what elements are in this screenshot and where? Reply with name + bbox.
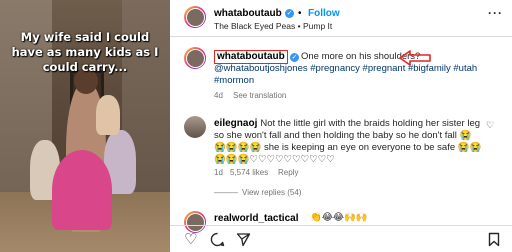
next-commenter-username[interactable]: realworld_tactical	[214, 213, 298, 224]
caption-hashtags[interactable]: @whataboutjoshjones #pregnancy #pregnant…	[214, 63, 504, 87]
video-child	[96, 95, 120, 135]
comment-body: eilegnaoj Not the little girl with the br…	[214, 118, 482, 166]
comment-age[interactable]: 1d	[214, 168, 223, 177]
verified-badge-icon: ✓	[285, 9, 294, 18]
bookmark-icon[interactable]	[488, 232, 500, 247]
commenter-username[interactable]: eilegnaoj	[214, 118, 257, 129]
author-username[interactable]: whataboutaub	[214, 8, 282, 19]
view-replies-line: ———	[214, 188, 238, 197]
action-bar: ♡	[170, 226, 512, 252]
comment-like-heart-icon[interactable]: ♡	[486, 120, 494, 131]
caption-age[interactable]: 4d	[214, 91, 223, 100]
view-replies-button[interactable]: View replies (54)	[242, 188, 301, 197]
audio-track[interactable]: The Black Eyed Peas • Pump It	[214, 21, 332, 31]
next-comment-text: 👏😂😂🙌🙌	[310, 212, 368, 223]
heart-icon[interactable]: ♡	[184, 230, 197, 248]
more-options-icon[interactable]: ···	[488, 6, 503, 20]
post-side-panel: whataboutaub ✓ • Follow The Black Eyed P…	[170, 0, 512, 252]
commenter-avatar[interactable]	[184, 116, 206, 138]
author-avatar[interactable]	[184, 6, 206, 28]
caption-username-highlight: whataboutaub	[214, 50, 288, 64]
comment-reply-button[interactable]: Reply	[278, 168, 298, 177]
video-caption: My wife said I could have as many kids a…	[11, 30, 159, 74]
video-girl-pink-dress	[52, 150, 112, 230]
share-icon[interactable]	[236, 232, 251, 247]
follow-button[interactable]: Follow	[308, 8, 340, 19]
caption-see-translation[interactable]: See translation	[233, 91, 286, 100]
caption-username[interactable]: whataboutaub	[217, 51, 285, 62]
verified-badge-icon: ✓	[290, 53, 299, 62]
comment-likes[interactable]: 5,574 likes	[230, 168, 268, 177]
comment-icon[interactable]	[210, 232, 225, 247]
header-divider	[170, 36, 512, 37]
caption-author-avatar[interactable]	[184, 47, 206, 69]
reel-video[interactable]: My wife said I could have as many kids a…	[0, 0, 170, 252]
header-separator: •	[298, 8, 302, 19]
